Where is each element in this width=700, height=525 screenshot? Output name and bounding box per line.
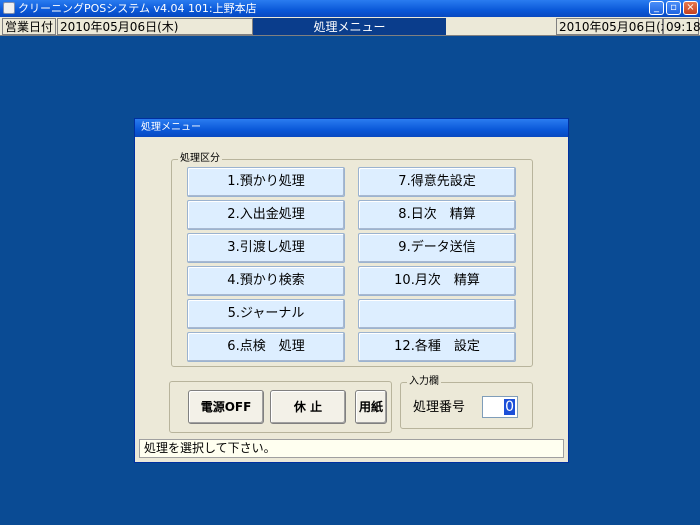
window-controls: _ ▫ × [649, 1, 698, 15]
current-time: 09:18 [663, 18, 700, 35]
input-group: 入力欄 処理番号 0 [400, 376, 533, 429]
menu-button-11-empty[interactable] [358, 299, 516, 329]
menu-button-1[interactable]: 1.預かり処理 [187, 167, 345, 197]
close-button[interactable]: × [683, 1, 698, 15]
paper-button[interactable]: 用紙 [355, 390, 387, 424]
header-status-bar: 営業日付 2010年05月06日(木) 処理メニュー 2010年05月06日(木… [0, 17, 700, 36]
process-group-label: 処理区分 [178, 153, 222, 165]
process-number-value: 0 [504, 399, 515, 415]
message-bar: 処理を選択して下さい。 [139, 439, 564, 458]
minimize-button[interactable]: _ [649, 1, 664, 15]
app-titlebar: クリーニングPOSシステム v4.04 101:上野本店 _ ▫ × [0, 0, 700, 17]
input-group-label: 入力欄 [407, 376, 441, 388]
menu-button-6[interactable]: 6.点検 処理 [187, 332, 345, 362]
rest-button[interactable]: 休 止 [270, 390, 346, 424]
process-number-label: 処理番号 [413, 400, 466, 415]
process-menu-dialog: 処理メニュー 処理区分 1.預かり処理 2.入出金処理 3.引渡し処理 4.預か… [134, 118, 569, 463]
menu-button-12[interactable]: 12.各種 設定 [358, 332, 516, 362]
process-group: 処理区分 1.預かり処理 2.入出金処理 3.引渡し処理 4.預かり検索 5.ジ… [171, 153, 533, 367]
app-icon [3, 2, 15, 14]
current-date: 2010年05月06日(木) [556, 18, 677, 35]
process-number-input[interactable]: 0 [482, 396, 518, 418]
menu-button-7[interactable]: 7.得意先設定 [358, 167, 516, 197]
menu-button-5[interactable]: 5.ジャーナル [187, 299, 345, 329]
business-date-label: 営業日付 [2, 18, 56, 35]
menu-button-4[interactable]: 4.預かり検索 [187, 266, 345, 296]
maximize-button[interactable]: ▫ [666, 1, 681, 15]
business-date: 2010年05月06日(木) [57, 18, 253, 35]
menu-button-2[interactable]: 2.入出金処理 [187, 200, 345, 230]
menu-button-8[interactable]: 8.日次 精算 [358, 200, 516, 230]
app-title: クリーニングPOSシステム v4.04 101:上野本店 [18, 2, 257, 15]
menu-button-10[interactable]: 10.月次 精算 [358, 266, 516, 296]
screen-title: 処理メニュー [253, 18, 446, 35]
power-off-button[interactable]: 電源OFF [188, 390, 264, 424]
control-group: 電源OFF 休 止 用紙 [169, 381, 392, 433]
menu-button-9[interactable]: 9.データ送信 [358, 233, 516, 263]
dialog-titlebar: 処理メニュー [135, 119, 568, 137]
menu-button-3[interactable]: 3.引渡し処理 [187, 233, 345, 263]
